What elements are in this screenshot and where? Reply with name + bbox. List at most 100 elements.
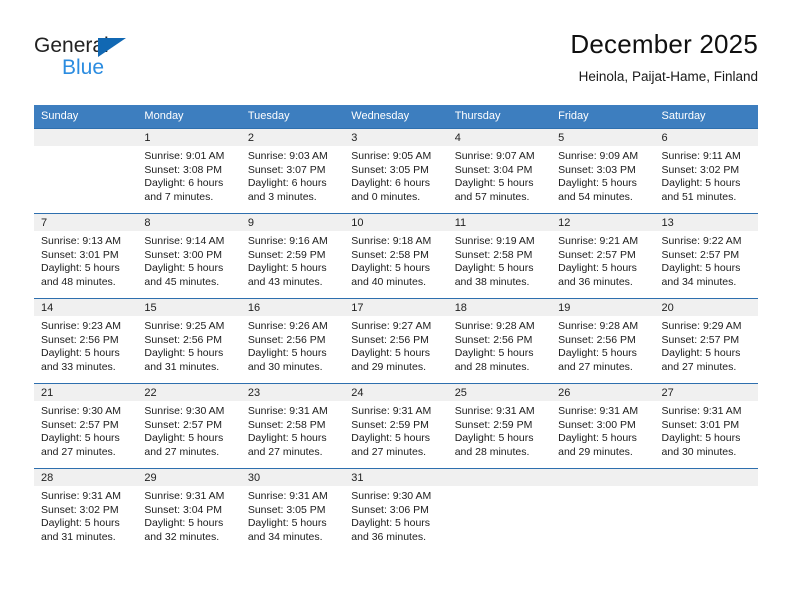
weekday-header-saturday: Saturday [654,105,758,129]
day-detail-line: Sunset: 2:57 PM [558,248,636,261]
day-cell[interactable]: 31 Sunrise: 9:30 AM Sunset: 3:06 PM Dayligh… [344,468,448,553]
day-cell[interactable]: 27 Sunrise: 9:31 AM Sunset: 3:01 PM Dayligh… [654,383,758,469]
day-number: 5 [551,129,655,146]
day-detail-line: Sunset: 2:58 PM [454,248,533,261]
day-cell[interactable]: 4 Sunrise: 9:07 AM Sunset: 3:04 PM Daylight… [447,128,552,214]
day-detail-line: and 30 minutes. [661,445,737,458]
day-cell[interactable]: 16 Sunrise: 9:26 AM Sunset: 2:56 PM Dayligh… [240,298,345,384]
day-details: Sunrise: 9:31 AM Sunset: 3:05 PM Daylight:… [241,486,344,544]
day-number: 11 [447,214,552,231]
day-number: 4 [447,129,552,146]
day-detail-line: Sunrise: 9:16 AM [247,235,328,247]
day-detail-line: Sunrise: 9:03 AM [247,150,328,162]
weekday-header-thursday: Thursday [447,105,552,129]
day-details: Sunrise: 9:27 AM Sunset: 2:56 PM Daylight:… [344,316,447,374]
day-detail-line: Sunset: 3:05 PM [351,163,429,176]
day-cell[interactable]: 20 Sunrise: 9:29 AM Sunset: 2:57 PM Dayligh… [654,298,758,384]
day-detail-line: Sunrise: 9:31 AM [247,405,328,417]
day-cell[interactable]: 18 Sunrise: 9:28 AM Sunset: 2:56 PM Dayligh… [447,298,552,384]
day-detail-line: and 27 minutes. [247,445,323,458]
day-detail-line: Daylight: 5 hours [558,177,637,190]
day-number: 23 [240,384,345,401]
day-details: Sunrise: 9:26 AM Sunset: 2:56 PM Daylight:… [241,316,344,374]
day-details: Sunrise: 9:01 AM Sunset: 3:08 PM Daylight:… [137,146,240,204]
day-detail-line: Sunrise: 9:18 AM [351,235,432,247]
day-cell[interactable]: 23 Sunrise: 9:31 AM Sunset: 2:58 PM Dayligh… [240,383,345,469]
day-detail-line: and 28 minutes. [454,360,530,373]
day-detail-line: Daylight: 5 hours [351,347,431,360]
day-cell[interactable]: 7 Sunrise: 9:13 AM Sunset: 3:01 PM Daylight… [34,213,138,299]
day-cell[interactable]: 13 Sunrise: 9:22 AM Sunset: 2:57 PM Dayligh… [654,213,758,299]
day-cell[interactable]: 2 Sunrise: 9:03 AM Sunset: 3:07 PM Daylight… [240,128,345,214]
day-cell[interactable]: 24 Sunrise: 9:31 AM Sunset: 2:59 PM Dayligh… [344,383,448,469]
day-detail-line: Sunset: 2:57 PM [41,418,119,431]
day-detail-line: Sunrise: 9:29 AM [661,320,742,332]
day-cell[interactable]: 15 Sunrise: 9:25 AM Sunset: 2:56 PM Dayligh… [137,298,241,384]
day-cell[interactable]: 5 Sunrise: 9:09 AM Sunset: 3:03 PM Daylight… [551,128,655,214]
day-detail-line: and 57 minutes. [454,190,530,203]
day-detail-line: Sunset: 2:56 PM [144,333,223,346]
day-detail-line: and 45 minutes. [144,275,220,288]
day-cell[interactable]: 30 Sunrise: 9:31 AM Sunset: 3:05 PM Dayligh… [240,468,345,553]
day-cell[interactable]: 19 Sunrise: 9:28 AM Sunset: 2:56 PM Dayligh… [551,298,655,384]
day-number: 18 [447,299,552,316]
day-detail-line: Sunset: 2:56 PM [41,333,119,346]
day-number [447,469,552,486]
day-details: Sunrise: 9:29 AM Sunset: 2:57 PM Daylight:… [655,316,758,374]
day-detail-line: Sunrise: 9:30 AM [41,405,121,417]
day-detail-line: Daylight: 5 hours [661,347,741,360]
day-cell[interactable]: 22 Sunrise: 9:30 AM Sunset: 2:57 PM Dayligh… [137,383,241,469]
calendar-week-row: 1 Sunrise: 9:01 AM Sunset: 3:08 PM Daylight… [34,128,758,214]
day-detail-line: and 36 minutes. [558,275,633,288]
day-cell[interactable]: 10 Sunrise: 9:18 AM Sunset: 2:58 PM Dayligh… [344,213,448,299]
day-detail-line: Sunrise: 9:22 AM [661,235,742,247]
day-detail-line: and 27 minutes. [144,445,220,458]
day-detail-line: Sunset: 2:58 PM [351,248,429,261]
day-number: 17 [344,299,448,316]
calendar-grid: Sunday Monday Tuesday Wednesday Thursday Frid… [34,105,758,553]
day-detail-line: and 54 minutes. [558,190,633,203]
day-cell[interactable]: 29 Sunrise: 9:31 AM Sunset: 3:04 PM Dayligh… [137,468,241,553]
day-detail-line: Sunset: 2:56 PM [454,333,533,346]
day-details: Sunrise: 9:14 AM Sunset: 3:00 PM Daylight:… [137,231,240,289]
day-cell[interactable]: 17 Sunrise: 9:27 AM Sunset: 2:56 PM Dayligh… [344,298,448,384]
day-details: Sunrise: 9:31 AM Sunset: 3:02 PM Daylight:… [34,486,137,544]
day-detail-line: Daylight: 5 hours [41,347,120,360]
day-detail-line: Daylight: 5 hours [661,177,741,190]
weekday-header-friday: Friday [551,105,655,129]
day-cell[interactable]: 28 Sunrise: 9:31 AM Sunset: 3:02 PM Dayligh… [34,468,138,553]
day-cell[interactable]: 3 Sunrise: 9:05 AM Sunset: 3:05 PM Daylight… [344,128,448,214]
general-blue-logo[interactable]: General Blue [34,34,164,86]
day-detail-line: and 3 minutes. [247,190,317,203]
day-cell[interactable]: 12 Sunrise: 9:21 AM Sunset: 2:57 PM Dayligh… [551,213,655,299]
day-detail-line: Daylight: 5 hours [351,432,431,445]
day-detail-line: Sunset: 2:57 PM [661,248,740,261]
day-detail-line: Sunset: 3:03 PM [558,163,636,176]
day-details: Sunrise: 9:25 AM Sunset: 2:56 PM Daylight:… [137,316,240,374]
day-detail-line: and 33 minutes. [41,360,116,373]
day-detail-line: Sunrise: 9:09 AM [558,150,639,162]
calendar-week-row: 28 Sunrise: 9:31 AM Sunset: 3:02 PM Dayligh… [34,468,758,553]
day-detail-line: Daylight: 5 hours [247,347,327,360]
day-cell[interactable]: 26 Sunrise: 9:31 AM Sunset: 3:00 PM Dayligh… [551,383,655,469]
logo-text-blue: Blue [62,56,105,79]
day-cell[interactable]: 25 Sunrise: 9:31 AM Sunset: 2:59 PM Dayligh… [447,383,552,469]
day-number [654,469,758,486]
day-detail-line: Sunset: 3:04 PM [454,163,533,176]
calendar-page: General Blue December 2025 Heinola, Paij… [0,0,792,612]
day-number: 19 [551,299,655,316]
day-cell[interactable]: 6 Sunrise: 9:11 AM Sunset: 3:02 PM Daylight… [654,128,758,214]
day-cell-empty [447,468,552,553]
day-detail-line: Sunset: 2:56 PM [558,333,636,346]
day-cell[interactable]: 1 Sunrise: 9:01 AM Sunset: 3:08 PM Daylight… [137,128,241,214]
day-cell[interactable]: 11 Sunrise: 9:19 AM Sunset: 2:58 PM Dayligh… [447,213,552,299]
day-cell[interactable]: 8 Sunrise: 9:14 AM Sunset: 3:00 PM Daylight… [137,213,241,299]
day-cell[interactable]: 14 Sunrise: 9:23 AM Sunset: 2:56 PM Dayligh… [34,298,138,384]
day-details: Sunrise: 9:11 AM Sunset: 3:02 PM Daylight:… [655,146,758,204]
day-cell[interactable]: 9 Sunrise: 9:16 AM Sunset: 2:59 PM Daylight… [240,213,345,299]
day-cell[interactable]: 21 Sunrise: 9:30 AM Sunset: 2:57 PM Dayligh… [34,383,138,469]
day-number: 21 [34,384,138,401]
page-header: General Blue December 2025 Heinola, Paij… [34,28,758,90]
day-number: 27 [654,384,758,401]
day-cell-empty [654,468,758,553]
